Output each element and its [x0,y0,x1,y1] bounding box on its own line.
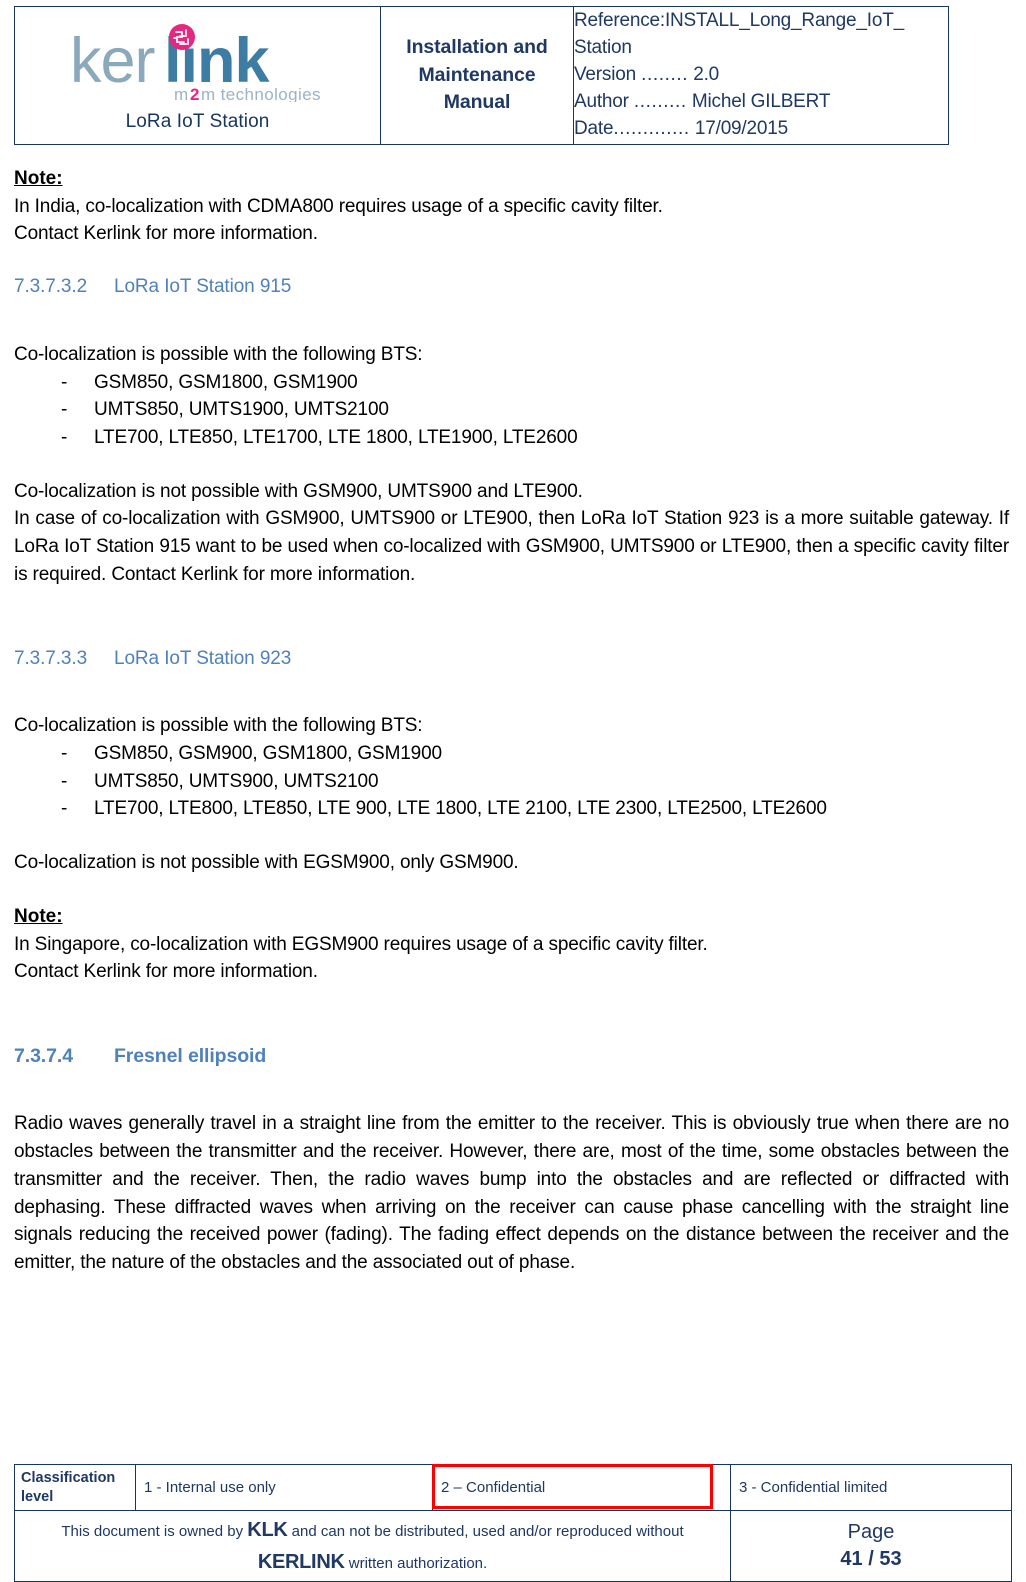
meta-version-dots: ........ [641,64,689,86]
list-item-label: GSM850, GSM900, GSM1800, GSM1900 [94,743,442,764]
note-1-label: Note: [14,168,63,189]
classification-row: Classification level 1 - Internal use on… [14,1464,1012,1511]
section-fresnel-para-1: Radio waves generally travel in a straig… [14,1113,1009,1274]
svg-text:2: 2 [190,85,200,102]
list-item: - GSM850, GSM900, GSM1800, GSM1900 [14,740,1009,768]
dash-bullet-icon: - [61,743,68,764]
section-915-para-2: In case of co-localization with GSM900, … [14,508,1009,585]
meta-version: Version ........ 2.0 [574,62,948,89]
ownership-row: This document is owned by KLK and can no… [14,1510,1012,1582]
section-915-bts-list: - GSM850, GSM1800, GSM1900 - UMTS850, UMTS… [14,369,1009,452]
list-item-label: LTE700, LTE850, LTE1700, LTE 1800, LTE19… [94,427,578,448]
dash-bullet-icon: - [61,427,68,448]
classification-option-1[interactable]: 1 - Internal use only [135,1464,433,1511]
list-item-label: UMTS850, UMTS1900, UMTS2100 [94,399,389,421]
header-metadata-cell: Reference:INSTALL_Long_Range_IoT_ Statio… [573,6,949,145]
section-915-para-1: Co-localization is not possible with GSM… [14,480,583,502]
dash-bullet-icon: - [61,371,68,393]
meta-date-value: 17/09/2015 [694,117,788,139]
section-915-intro: Co-localization is possible with the fol… [14,343,423,365]
dash-bullet-icon: - [61,798,68,820]
list-item-label: UMTS850, UMTS900, UMTS2100 [94,770,379,792]
note-2-label: Note: [14,905,63,927]
list-item: - UMTS850, UMTS1900, UMTS2100 [14,396,1009,424]
meta-date-dots: ............. [613,117,690,139]
heading-lora-station-915: 7.3.7.3.2 LoRa IoT Station 915 [14,274,1009,301]
document-footer: Classification level 1 - Internal use on… [14,1464,1012,1582]
page-indicator: Page 41 / 53 [730,1510,1012,1582]
heading-fresnel-number: 7.3.7.4 [14,1045,73,1068]
footer-table: Classification level 1 - Internal use on… [14,1464,1012,1582]
doc-title-line-3: Manual [443,91,511,114]
classification-option-2-label: 2 – Confidential [441,1479,546,1496]
section-923-intro: Co-localization is possible with the fol… [14,715,423,737]
list-item: - LTE700, LTE800, LTE850, LTE 900, LTE 18… [14,795,1009,823]
list-item: - LTE700, LTE850, LTE1700, LTE 1800, LTE1… [14,424,1009,452]
heading-fresnel-title: Fresnel ellipsoid [114,1045,267,1068]
meta-author-value: Michel GILBERT [691,90,831,112]
note-2-line-1: In Singapore, co-localization with EGSM9… [14,933,708,955]
document-page: ker link m 2 m technologies LoRa IoT Sta… [0,0,1026,1582]
ownership-notice: This document is owned by KLK and can no… [14,1510,731,1582]
heading-lora-station-923: 7.3.7.3.3 LoRa IoT Station 923 [14,646,1009,673]
heading-923-number: 7.3.7.3.3 [14,647,88,669]
meta-reference-line1: Reference:INSTALL_Long_Range_IoT_ [574,10,904,32]
list-item-label: LTE700, LTE800, LTE850, LTE 900, LTE 180… [94,798,827,820]
ownership-text-part-1: This document is owned by [61,1522,248,1540]
ownership-text-part-2: and can not be distributed, used and/or … [287,1522,684,1540]
meta-author: Author ......... Michel GILBERT [574,89,948,116]
classification-option-3[interactable]: 3 - Confidential limited [730,1464,1012,1511]
ownership-text-part-3: written authorization. [344,1555,488,1572]
meta-version-label: Version [574,64,636,86]
heading-fresnel-ellipsoid: 7.3.7.4 Fresnel ellipsoid [14,1043,1009,1070]
note-2-line-2: Contact Kerlink for more information. [14,961,318,983]
meta-author-label: Author [574,90,629,112]
page-label: Page [847,1521,895,1543]
list-item-label: GSM850, GSM1800, GSM1900 [94,371,358,393]
heading-915-number: 7.3.7.3.2 [14,276,88,298]
list-item: - GSM850, GSM1800, GSM1900 [14,369,1009,397]
page-number: 41 / 53 [840,1548,902,1570]
section-923-para-1: Co-localization is not possible with EGS… [14,852,519,874]
header-logo-cell: ker link m 2 m technologies LoRa IoT Sta… [14,6,381,145]
classification-level-label: Classification level [14,1464,136,1511]
meta-date: Date............. 17/09/2015 [574,116,948,143]
heading-915-title: LoRa IoT Station 915 [114,276,292,298]
note-1-line-2: Contact Kerlink for more information. [14,223,318,245]
kerlink-logo-svg: ker link m 2 m technologies [70,23,321,102]
svg-text:m technologies: m technologies [201,85,321,102]
doc-title-line-2: Maintenance [418,63,536,86]
list-item: - UMTS850, UMTS900, UMTS2100 [14,768,1009,796]
kerlink-logo: ker link m 2 m technologies LoRa IoT Sta… [15,19,380,133]
svg-text:ker: ker [70,26,155,96]
ownership-klk: KLK [247,1518,288,1541]
logo-product-name: LoRa IoT Station [125,110,270,132]
ownership-kerlink: KERLINK [257,1551,345,1573]
meta-version-value: 2.0 [693,64,720,86]
section-923-bts-list: - GSM850, GSM900, GSM1800, GSM1900 - UMTS8… [14,740,1009,823]
doc-title-line-1: Installation and [406,35,548,58]
document-body: Note: In India, co-localization with CDM… [14,165,1009,1277]
note-1-line-1: In India, co-localization with CDMA800 r… [14,195,663,217]
meta-date-label: Date [574,117,614,139]
heading-923-title: LoRa IoT Station 923 [114,647,292,669]
svg-text:m: m [174,85,189,102]
dash-bullet-icon: - [61,399,68,421]
header-doc-title-cell: Installation and Maintenance Manual [380,6,574,145]
meta-reference-line2: Station [574,37,632,59]
classification-option-2-selected[interactable]: 2 – Confidential [432,1464,731,1511]
meta-author-dots: ......... [633,90,687,112]
document-header-table: ker link m 2 m technologies LoRa IoT Sta… [14,6,949,145]
dash-bullet-icon: - [61,770,68,792]
